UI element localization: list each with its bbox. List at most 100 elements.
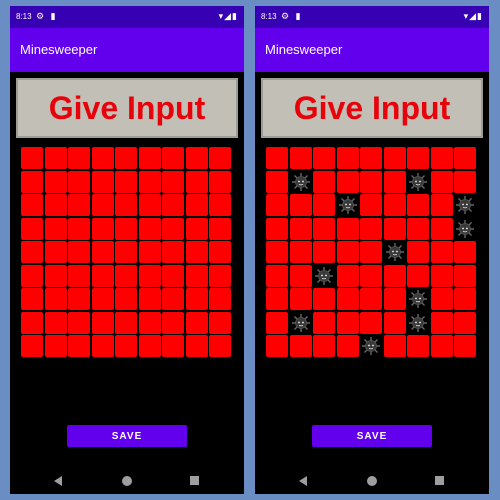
grid-cell[interactable] [115, 147, 137, 169]
grid-cell[interactable] [430, 170, 453, 193]
grid-cell[interactable] [407, 194, 429, 216]
grid-cell[interactable] [91, 147, 114, 169]
grid-cell[interactable] [68, 264, 90, 287]
grid-cell[interactable] [44, 170, 67, 193]
grid-cell[interactable] [407, 147, 429, 169]
grid-cell[interactable] [383, 217, 406, 240]
grid-cell[interactable] [209, 335, 231, 357]
grid-cell[interactable] [266, 194, 288, 216]
grid-cell[interactable] [68, 194, 90, 216]
grid-cell[interactable] [209, 170, 231, 193]
grid-cell[interactable] [407, 264, 429, 287]
grid-cell[interactable] [68, 170, 90, 193]
grid-cell[interactable] [266, 335, 288, 357]
grid-cell[interactable] [162, 194, 184, 216]
grid-cell[interactable] [68, 241, 90, 263]
grid-cell[interactable] [209, 194, 231, 216]
grid-cell[interactable] [44, 335, 67, 357]
grid-cell[interactable] [336, 311, 359, 334]
grid-cell[interactable] [289, 264, 312, 287]
grid-cell[interactable] [360, 241, 382, 263]
grid-cell[interactable] [91, 241, 114, 263]
home-icon[interactable] [367, 476, 377, 486]
home-icon[interactable] [122, 476, 132, 486]
grid-cell[interactable] [162, 335, 184, 357]
grid-cell[interactable] [21, 217, 43, 240]
grid-cell[interactable] [454, 335, 476, 357]
grid-cell[interactable] [430, 217, 453, 240]
grid-cell[interactable] [360, 170, 382, 193]
grid-cell[interactable] [162, 311, 184, 334]
grid-cell[interactable] [289, 288, 312, 310]
grid-cell[interactable] [360, 194, 382, 216]
grid-cell[interactable] [44, 288, 67, 310]
grid-cell-mine[interactable] [407, 311, 429, 334]
grid-cell-mine[interactable] [407, 170, 429, 193]
grid-cell[interactable] [138, 170, 161, 193]
grid-cell[interactable] [115, 241, 137, 263]
grid-cell[interactable] [209, 241, 231, 263]
grid-cell[interactable] [289, 147, 312, 169]
grid-cell[interactable] [266, 264, 288, 287]
grid-cell[interactable] [266, 170, 288, 193]
recents-icon[interactable] [190, 476, 199, 485]
grid-cell[interactable] [68, 311, 90, 334]
grid-cell[interactable] [91, 288, 114, 310]
grid-cell[interactable] [383, 311, 406, 334]
grid-cell[interactable] [91, 170, 114, 193]
grid-cell[interactable] [407, 335, 429, 357]
grid-cell[interactable] [336, 335, 359, 357]
grid-cell[interactable] [91, 311, 114, 334]
grid-cell[interactable] [430, 241, 453, 263]
grid-cell[interactable] [44, 264, 67, 287]
grid-cell[interactable] [313, 194, 335, 216]
grid-cell[interactable] [185, 335, 208, 357]
grid-cell[interactable] [430, 335, 453, 357]
grid-cell[interactable] [185, 241, 208, 263]
grid-cell[interactable] [115, 264, 137, 287]
grid-cell-mine[interactable] [289, 170, 312, 193]
grid-cell[interactable] [360, 311, 382, 334]
save-button[interactable]: SAVE [312, 425, 432, 447]
grid-cell[interactable] [430, 147, 453, 169]
grid-cell[interactable] [266, 241, 288, 263]
grid-cell[interactable] [454, 311, 476, 334]
grid-cell[interactable] [138, 241, 161, 263]
grid-cell[interactable] [91, 217, 114, 240]
grid-cell[interactable] [313, 241, 335, 263]
grid-cell[interactable] [91, 264, 114, 287]
grid-cell[interactable] [289, 335, 312, 357]
grid-cell[interactable] [266, 311, 288, 334]
grid-cell[interactable] [313, 311, 335, 334]
grid-cell[interactable] [383, 170, 406, 193]
grid-cell[interactable] [21, 264, 43, 287]
grid-cell-mine[interactable] [336, 194, 359, 216]
grid-cell[interactable] [185, 311, 208, 334]
grid-cell-mine[interactable] [289, 311, 312, 334]
grid-cell[interactable] [209, 311, 231, 334]
grid-cell[interactable] [185, 288, 208, 310]
grid-cell[interactable] [430, 264, 453, 287]
grid-cell[interactable] [21, 288, 43, 310]
recents-icon[interactable] [435, 476, 444, 485]
grid-cell[interactable] [44, 194, 67, 216]
grid-cell[interactable] [21, 241, 43, 263]
grid-cell[interactable] [21, 170, 43, 193]
grid-cell[interactable] [21, 335, 43, 357]
grid-cell[interactable] [138, 194, 161, 216]
grid-cell[interactable] [360, 217, 382, 240]
grid-cell[interactable] [336, 217, 359, 240]
grid-cell[interactable] [383, 288, 406, 310]
grid-cell[interactable] [313, 335, 335, 357]
grid-cell[interactable] [185, 264, 208, 287]
grid-cell[interactable] [209, 147, 231, 169]
grid-cell[interactable] [138, 217, 161, 240]
save-button[interactable]: SAVE [67, 425, 187, 447]
grid-cell[interactable] [185, 217, 208, 240]
grid-cell[interactable] [68, 217, 90, 240]
grid-cell[interactable] [454, 170, 476, 193]
grid-cell[interactable] [44, 311, 67, 334]
grid-cell[interactable] [138, 311, 161, 334]
grid-cell[interactable] [336, 241, 359, 263]
grid-cell[interactable] [289, 241, 312, 263]
